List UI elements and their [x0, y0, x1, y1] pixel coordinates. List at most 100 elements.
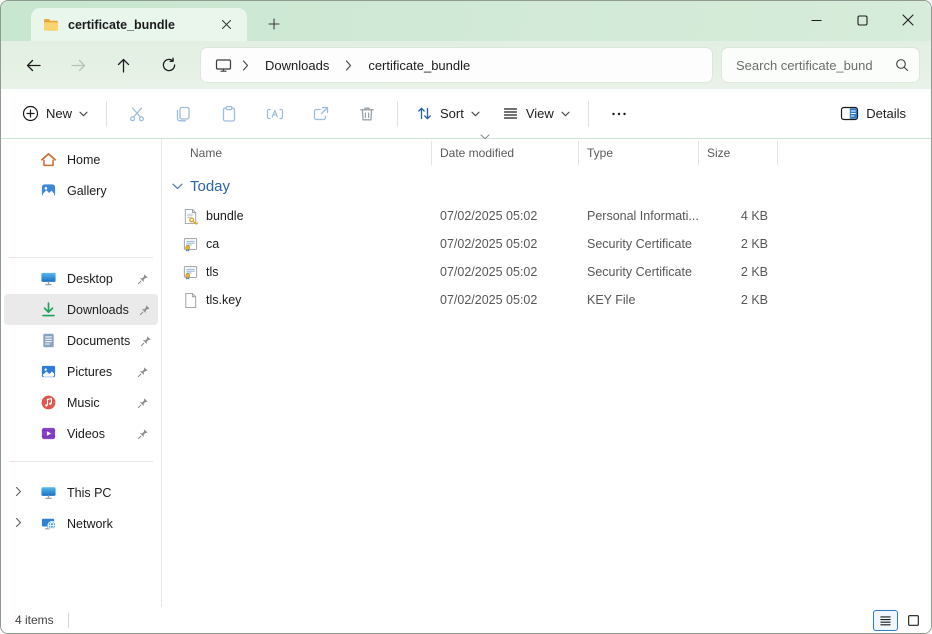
address-bar[interactable]: Downloads certificate_bundle	[201, 48, 712, 82]
sidebar-item-desktop[interactable]: Desktop	[4, 263, 158, 294]
file-size: 2 KB	[699, 293, 778, 307]
sidebar-label: Documents	[67, 334, 130, 348]
details-pane-icon	[840, 105, 859, 122]
network-icon	[40, 515, 57, 532]
column-label: Date modified	[440, 146, 514, 160]
window-controls	[793, 1, 931, 41]
folder-icon	[43, 17, 59, 33]
view-toggles	[873, 610, 926, 631]
pin-icon	[137, 397, 149, 409]
search-icon[interactable]	[895, 58, 909, 72]
file-rows: bundle 07/02/2025 05:02 Personal Informa…	[162, 202, 931, 314]
back-button[interactable]	[11, 47, 56, 83]
sidebar-item-music[interactable]: Music	[4, 387, 158, 418]
close-button[interactable]	[885, 1, 931, 39]
toolbar-divider	[106, 101, 107, 127]
file-date: 07/02/2025 05:02	[432, 209, 579, 223]
documents-icon	[40, 332, 57, 349]
group-header-today[interactable]: Today	[162, 174, 931, 199]
search-input[interactable]	[734, 57, 895, 74]
sidebar-label: Music	[67, 396, 100, 410]
sidebar-label: Home	[67, 153, 100, 167]
sidebar-label: Pictures	[67, 365, 112, 379]
column-label: Size	[707, 146, 730, 160]
forward-button[interactable]	[56, 47, 101, 83]
new-button[interactable]: New	[11, 96, 99, 132]
sidebar-label: This PC	[67, 486, 111, 500]
details-view-button[interactable]	[873, 610, 898, 631]
sidebar-item-documents[interactable]: Documents	[4, 325, 158, 356]
breadcrumb-certificate-bundle[interactable]: certificate_bundle	[362, 54, 476, 77]
expand-chevron-icon[interactable]	[15, 517, 22, 528]
sidebar-item-this-pc[interactable]: This PC	[4, 477, 158, 508]
chevron-right-icon[interactable]	[242, 60, 249, 71]
more-options-button[interactable]	[596, 96, 642, 132]
chevron-down-icon	[561, 111, 570, 117]
up-button[interactable]	[101, 47, 146, 83]
chevron-right-icon[interactable]	[345, 60, 352, 71]
share-button[interactable]	[298, 96, 344, 132]
copy-button[interactable]	[160, 96, 206, 132]
file-name: tls.key	[206, 293, 241, 307]
file-type: Security Certificate	[579, 237, 699, 251]
file-date: 07/02/2025 05:02	[432, 293, 579, 307]
column-header-type[interactable]: Type	[579, 141, 699, 165]
items-count: 4 items	[15, 613, 54, 627]
details-pane-button[interactable]: Details	[829, 96, 917, 132]
file-size: 2 KB	[699, 237, 778, 251]
paste-button[interactable]	[206, 96, 252, 132]
column-label: Type	[587, 146, 613, 160]
key-file-icon	[182, 292, 199, 309]
sort-descending-icon	[480, 134, 490, 140]
sidebar-item-home[interactable]: Home	[4, 144, 158, 175]
column-headers: Name Date modified Type Size	[162, 141, 931, 165]
large-icons-view-button[interactable]	[901, 610, 926, 631]
file-row-bundle[interactable]: bundle 07/02/2025 05:02 Personal Informa…	[162, 202, 931, 230]
file-date: 07/02/2025 05:02	[432, 265, 579, 279]
sidebar-item-videos[interactable]: Videos	[4, 418, 158, 449]
explorer-tab[interactable]: certificate_bundle	[31, 8, 247, 41]
this-pc-icon	[215, 57, 232, 74]
sort-button[interactable]: Sort	[405, 96, 491, 132]
refresh-button[interactable]	[146, 47, 191, 83]
plus-circle-icon	[22, 105, 39, 122]
sidebar-divider	[9, 257, 153, 258]
new-button-label: New	[46, 106, 72, 121]
toolbar-divider	[397, 101, 398, 127]
file-row-ca[interactable]: ca 07/02/2025 05:02 Security Certificate…	[162, 230, 931, 258]
column-header-name[interactable]: Name	[162, 141, 432, 165]
sidebar-item-pictures[interactable]: Pictures	[4, 356, 158, 387]
file-row-tls[interactable]: tls 07/02/2025 05:02 Security Certificat…	[162, 258, 931, 286]
view-list-icon	[502, 105, 519, 122]
view-button[interactable]: View	[491, 96, 581, 132]
column-header-size[interactable]: Size	[699, 141, 778, 165]
file-name: bundle	[206, 209, 244, 223]
chevron-down-icon	[471, 111, 480, 117]
chevron-down-icon	[79, 111, 88, 117]
tab-close-icon[interactable]	[213, 12, 239, 38]
sidebar-item-network[interactable]: Network	[4, 508, 158, 539]
rename-button[interactable]	[252, 96, 298, 132]
this-pc-icon	[40, 484, 57, 501]
new-tab-button[interactable]	[261, 11, 287, 37]
file-row-tls-key[interactable]: tls.key 07/02/2025 05:02 KEY File 2 KB	[162, 286, 931, 314]
minimize-button[interactable]	[793, 1, 839, 39]
details-pane-label: Details	[866, 106, 906, 121]
breadcrumb-downloads[interactable]: Downloads	[259, 54, 335, 77]
status-bar: 4 items	[1, 607, 931, 633]
sort-icon	[416, 105, 433, 122]
group-collapse-chevron-icon[interactable]	[172, 183, 183, 190]
sidebar-item-gallery[interactable]: Gallery	[4, 175, 158, 206]
music-icon	[40, 394, 57, 411]
home-icon	[40, 151, 57, 168]
sidebar-item-downloads[interactable]: Downloads	[4, 294, 158, 325]
maximize-button[interactable]	[839, 1, 885, 39]
search-box[interactable]	[722, 48, 919, 82]
pin-icon	[140, 335, 152, 347]
downloads-icon	[40, 301, 57, 318]
column-header-date-modified[interactable]: Date modified	[432, 141, 579, 165]
expand-chevron-icon[interactable]	[15, 486, 22, 497]
delete-button[interactable]	[344, 96, 390, 132]
navigation-pane: Home Gallery Desktop	[1, 139, 162, 607]
cut-button[interactable]	[114, 96, 160, 132]
